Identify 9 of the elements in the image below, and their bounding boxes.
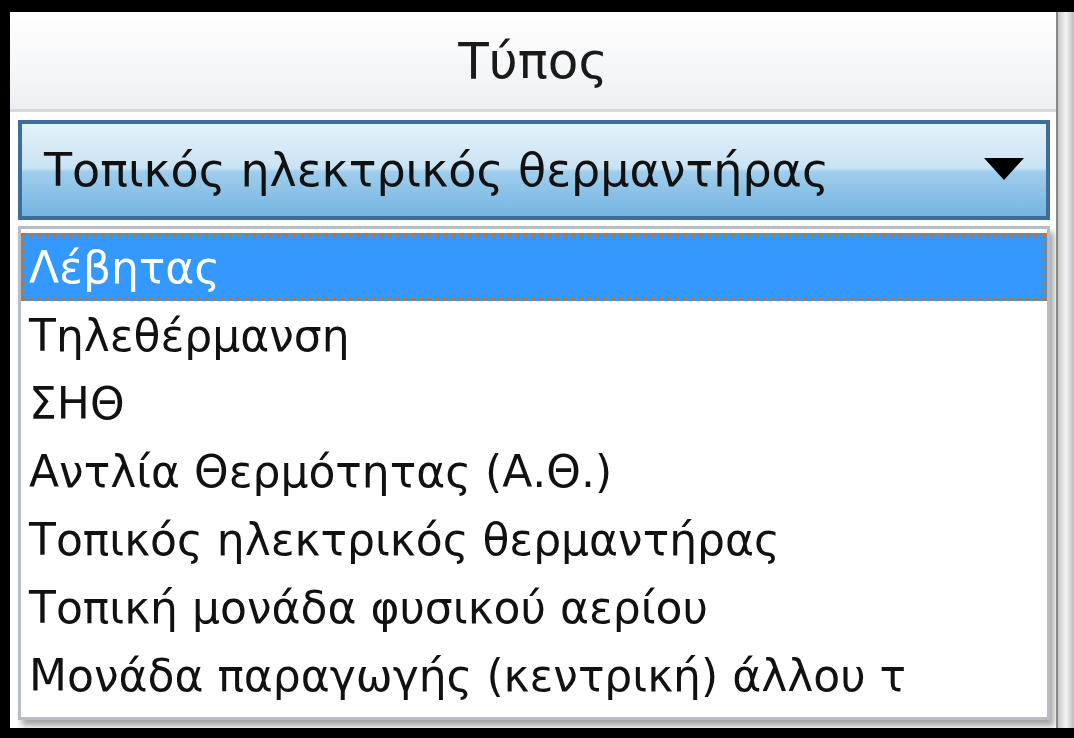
dropdown-field[interactable]: Τοπικός ηλεκτρικός θερμαντήρας — [18, 120, 1050, 220]
dropdown-option[interactable]: Τοπικός ηλεκτρικός θερμαντήρας — [21, 505, 1047, 573]
dropdown-option[interactable]: ΣΗΘ — [21, 369, 1047, 437]
caret-icon — [984, 158, 1024, 182]
dropdown-option[interactable]: Αντλία Θερμότητας (Α.Θ.) — [21, 437, 1047, 505]
dropdown-option[interactable]: Τοπική μονάδα φυσικού αερίου — [21, 573, 1047, 641]
scrollbar[interactable] — [1056, 12, 1074, 728]
dropdown-option[interactable]: Τηλεθέρμανση — [21, 301, 1047, 369]
dropdown-option[interactable]: Μονάδα παραγωγής (κεντρική) άλλου τ — [21, 641, 1047, 709]
